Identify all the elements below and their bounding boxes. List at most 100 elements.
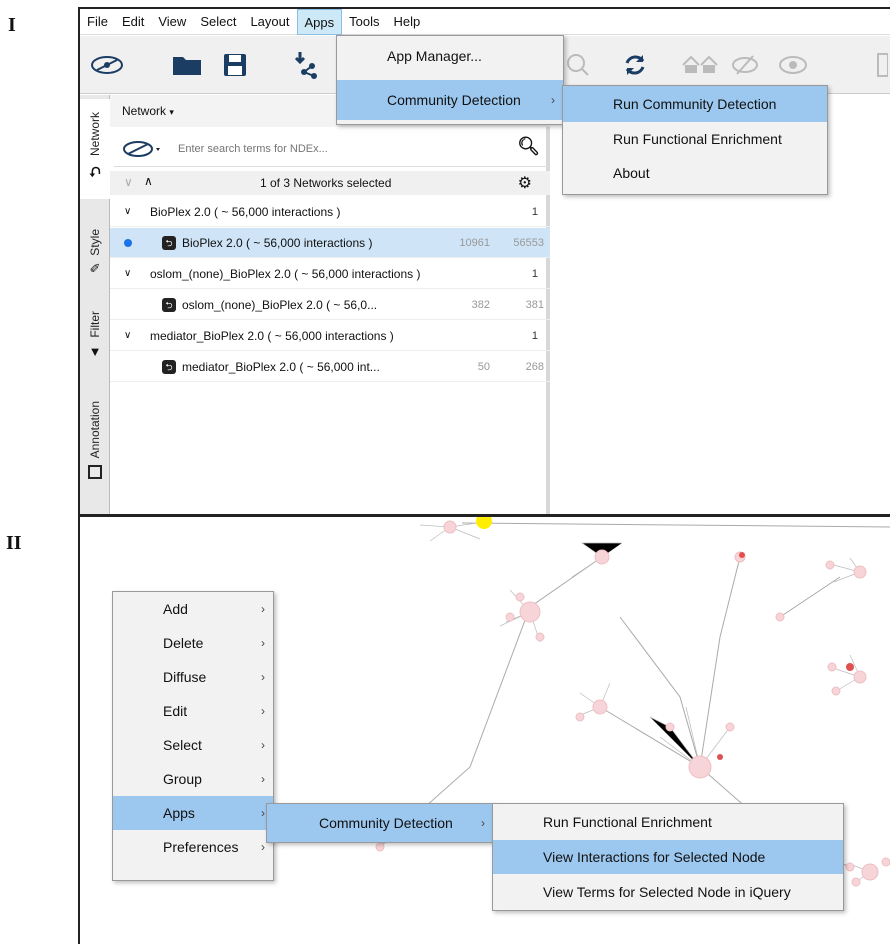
chevron-down-icon[interactable]: ∨: [124, 268, 131, 279]
node: [861, 863, 879, 881]
menu-edit[interactable]: Edit: [115, 9, 151, 35]
app-manager-label: App Manager...: [387, 48, 482, 64]
tab-style[interactable]: Style ✐: [80, 213, 110, 293]
tab-filter-label: Filter: [88, 311, 102, 338]
home-icon[interactable]: [680, 48, 720, 82]
annotation-icon: [88, 464, 102, 479]
menu-apps[interactable]: Apps: [296, 9, 343, 35]
community-detection-item[interactable]: Community Detection ›: [337, 80, 563, 120]
context-item-diffuse[interactable]: Diffuse ›: [113, 660, 273, 694]
node: [851, 877, 861, 887]
node: [739, 552, 745, 558]
hide-icon[interactable]: [730, 48, 760, 82]
context-item-select[interactable]: Select ›: [113, 728, 273, 762]
view-interactions-item[interactable]: View Interactions for Selected Node: [493, 840, 843, 874]
view-terms-iquery-item[interactable]: View Terms for Selected Node in iQuery: [493, 874, 843, 910]
chevron-down-icon[interactable]: ∨: [124, 206, 131, 217]
menu-view[interactable]: View: [151, 9, 193, 35]
chevron-right-icon: ›: [261, 636, 265, 650]
panel-label-ii: II: [6, 532, 22, 554]
about-item[interactable]: About: [563, 156, 827, 190]
node-count: 10961: [459, 236, 490, 249]
tab-network[interactable]: Network ⮏: [80, 99, 110, 199]
context-item-preferences-label: Preferences: [163, 839, 239, 855]
brush-icon: ✐: [89, 261, 101, 277]
menu-file[interactable]: File: [80, 9, 115, 35]
run-functional-enrichment-item[interactable]: Run Functional Enrichment: [563, 122, 827, 156]
run-community-detection-item[interactable]: Run Community Detection: [563, 86, 827, 122]
context-item-add[interactable]: Add ›: [113, 592, 273, 626]
collection-name: mediator_BioPlex 2.0 ( ~ 56,000 interact…: [150, 328, 394, 343]
collapse-all-icon[interactable]: ∧: [144, 174, 153, 188]
chevron-right-icon: ›: [261, 772, 265, 786]
chevron-right-icon: ›: [261, 670, 265, 684]
context-item-edit[interactable]: Edit ›: [113, 694, 273, 728]
network-name: oslom_(none)_BioPlex 2.0 ( ~ 56,0...: [182, 297, 378, 312]
collection-row[interactable]: ∨ oslom_(none)_BioPlex 2.0 ( ~ 56,000 in…: [110, 259, 550, 289]
network-cell: ⮌ oslom_(none)_BioPlex 2.0 ( ~ 56,0...: [162, 297, 378, 312]
node-count: 50: [477, 360, 490, 373]
ndex-search-input[interactable]: [178, 138, 508, 160]
open-folder-icon[interactable]: [170, 48, 204, 82]
app-manager-item[interactable]: App Manager...: [337, 36, 563, 80]
context-item-preferences[interactable]: Preferences ›: [113, 830, 273, 864]
selected-node: [476, 517, 492, 529]
network-tab-icon: ⮏: [89, 164, 101, 180]
network-canvas[interactable]: Add › Delete › Diffuse › Edit › Select › Grou…: [78, 514, 890, 944]
node: [845, 862, 855, 872]
network-row[interactable]: ⮌ mediator_BioPlex 2.0 ( ~ 56,000 int... …: [110, 352, 550, 382]
collection-name: oslom_(none)_BioPlex 2.0 ( ~ 56,000 inte…: [150, 266, 421, 281]
collection-row[interactable]: ∨ mediator_BioPlex 2.0 ( ~ 56,000 intera…: [110, 321, 550, 351]
node: [846, 663, 854, 671]
chevron-right-icon: ›: [261, 704, 265, 718]
tab-annotation[interactable]: Annotation: [80, 385, 110, 495]
node: [665, 722, 675, 732]
ndex-search-logo-icon[interactable]: [120, 139, 164, 162]
menu-tools[interactable]: Tools: [342, 9, 386, 35]
menu-help[interactable]: Help: [387, 9, 428, 35]
node: [853, 565, 867, 579]
network-row-selected[interactable]: ⮌ BioPlex 2.0 ( ~ 56,000 interactions ) 1…: [110, 228, 550, 258]
network-row[interactable]: ⮌ oslom_(none)_BioPlex 2.0 ( ~ 56,0... 38…: [110, 290, 550, 320]
search-icon[interactable]: 🔍︎: [517, 136, 540, 157]
node: [535, 632, 545, 642]
node-count: 382: [471, 298, 490, 311]
show-icon[interactable]: [776, 48, 810, 82]
chevron-right-icon: ›: [481, 816, 485, 830]
tab-filter[interactable]: Filter ▼: [80, 295, 110, 375]
node: [515, 592, 525, 602]
node: [853, 670, 867, 684]
chevron-right-icon: ›: [261, 602, 265, 616]
ndex-search-bar: 🔍︎: [114, 131, 548, 167]
context-item-group[interactable]: Group ›: [113, 762, 273, 796]
context-item-apps[interactable]: Apps ›: [113, 796, 273, 830]
chevron-right-icon: ›: [261, 738, 265, 752]
network-cell: ⮌ BioPlex 2.0 ( ~ 56,000 interactions ): [162, 235, 372, 250]
community-detection-submenu: Run Community Detection Run Functional E…: [562, 85, 828, 195]
chevron-down-icon[interactable]: ∨: [124, 330, 131, 341]
save-icon[interactable]: [220, 48, 250, 82]
funnel-icon: ▼: [88, 343, 102, 359]
collection-row[interactable]: ∨ BioPlex 2.0 ( ~ 56,000 interactions ) …: [110, 197, 550, 227]
node: [881, 857, 890, 867]
menu-select[interactable]: Select: [193, 9, 243, 35]
import-network-icon[interactable]: [288, 48, 322, 82]
context-community-detection-item[interactable]: Community Detection ›: [267, 804, 493, 842]
edge: [699, 556, 741, 768]
gear-icon[interactable]: ⚙: [518, 173, 532, 193]
community-detection-label: Community Detection: [387, 92, 521, 108]
run-functional-enrichment-label: Run Functional Enrichment: [613, 131, 782, 147]
menu-bar: File Edit View Select Layout Apps Tools …: [80, 9, 890, 35]
chevron-down-icon: ▾: [169, 107, 174, 117]
node: [592, 699, 608, 715]
zoom-icon[interactable]: [564, 48, 592, 82]
window-icon[interactable]: [875, 48, 889, 82]
context-community-detection-label: Community Detection: [319, 815, 453, 831]
expand-all-icon[interactable]: ∨: [124, 175, 133, 189]
context-item-delete[interactable]: Delete ›: [113, 626, 273, 660]
context-run-functional-enrichment-item[interactable]: Run Functional Enrichment: [493, 804, 843, 840]
menu-layout[interactable]: Layout: [243, 9, 296, 35]
refresh-icon[interactable]: [620, 48, 650, 82]
panel-label-i: I: [8, 14, 16, 36]
ndex-logo-icon[interactable]: [88, 48, 126, 82]
